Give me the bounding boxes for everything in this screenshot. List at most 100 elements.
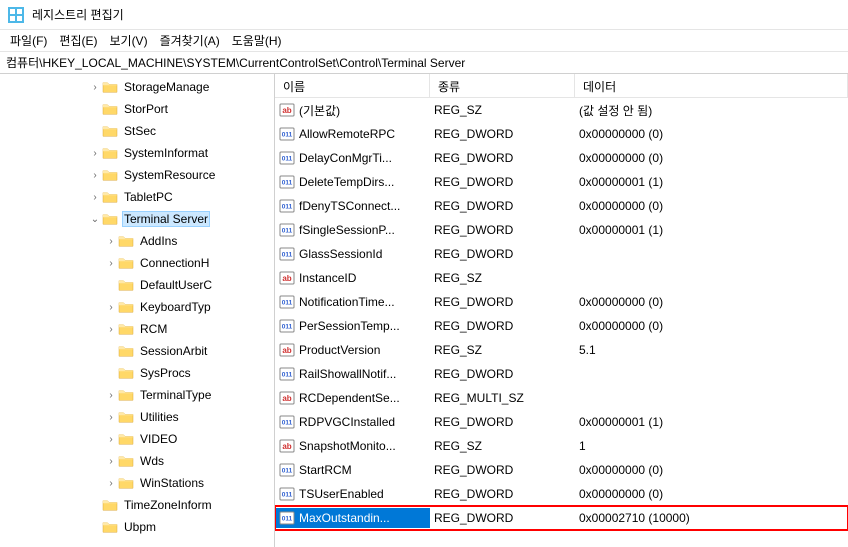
list-row[interactable]: fSingleSessionP...REG_DWORD0x00000001 (1…: [275, 218, 848, 242]
list-row[interactable]: GlassSessionIdREG_DWORD: [275, 242, 848, 266]
tree-item[interactable]: ›KeyboardTyp: [0, 296, 274, 318]
cell-name: TSUserEnabled: [275, 484, 430, 504]
cell-type: REG_DWORD: [430, 413, 575, 431]
menu-view[interactable]: 보기(V): [103, 30, 153, 51]
tree-item-label: SysProcs: [138, 365, 193, 381]
titlebar: 레지스트리 편집기: [0, 0, 848, 30]
dword-value-icon: [279, 150, 295, 166]
tree-item[interactable]: ›TerminalType: [0, 384, 274, 406]
menu-help[interactable]: 도움말(H): [226, 30, 288, 51]
chevron-right-icon[interactable]: ›: [88, 80, 102, 94]
chevron-right-icon[interactable]: ›: [104, 256, 118, 270]
tree-item[interactable]: SessionArbit: [0, 340, 274, 362]
tree-item[interactable]: ›AddIns: [0, 230, 274, 252]
chevron-down-icon[interactable]: ⌄: [88, 212, 102, 226]
value-name: fDenyTSConnect...: [299, 199, 400, 213]
tree-item[interactable]: › ConnectionH: [0, 252, 274, 274]
list-row[interactable]: MaxOutstandin...REG_DWORD0x00002710 (100…: [275, 506, 848, 530]
cell-data: [575, 276, 848, 280]
cell-data: 0x00000000 (0): [575, 317, 848, 335]
tree-item[interactable]: DefaultUserC: [0, 274, 274, 296]
list-row[interactable]: InstanceIDREG_SZ: [275, 266, 848, 290]
dword-value-icon: [279, 126, 295, 142]
cell-type: REG_DWORD: [430, 245, 575, 263]
value-name: DelayConMgrTi...: [299, 151, 392, 165]
tree-item[interactable]: › SystemResource: [0, 164, 274, 186]
tree-panel[interactable]: ›StorageManageStorPort StSec ›SystemInform…: [0, 74, 275, 547]
chevron-right-icon[interactable]: ›: [88, 146, 102, 160]
list-row[interactable]: SnapshotMonito...REG_SZ1: [275, 434, 848, 458]
list-panel[interactable]: 이름 종류 데이터 (기본값)REG_SZ(값 설정 안 됨)AllowRemo…: [275, 74, 848, 547]
list-row[interactable]: TSUserEnabledREG_DWORD0x00000000 (0): [275, 482, 848, 506]
dword-value-icon: [279, 510, 295, 526]
tree-item[interactable]: Ubpm: [0, 516, 274, 538]
tree-item[interactable]: StorPort: [0, 98, 274, 120]
list-row[interactable]: StartRCMREG_DWORD0x00000000 (0): [275, 458, 848, 482]
tree-item-label: StSec: [122, 123, 158, 139]
menu-edit[interactable]: 편집(E): [53, 30, 103, 51]
column-header-type[interactable]: 종류: [430, 74, 575, 97]
tree-item[interactable]: ›RCM: [0, 318, 274, 340]
folder-icon: [118, 300, 134, 314]
list-row[interactable]: AllowRemoteRPCREG_DWORD0x00000000 (0): [275, 122, 848, 146]
tree-item[interactable]: ›WinStations: [0, 472, 274, 494]
tree-item[interactable]: ›StorageManage: [0, 76, 274, 98]
list-row[interactable]: RCDependentSe...REG_MULTI_SZ: [275, 386, 848, 410]
tree-item[interactable]: ⌄Terminal Server: [0, 208, 274, 230]
list-row[interactable]: (기본값)REG_SZ(값 설정 안 됨): [275, 98, 848, 122]
list-row[interactable]: PerSessionTemp...REG_DWORD0x00000000 (0): [275, 314, 848, 338]
value-name: ProductVersion: [299, 343, 380, 357]
cell-type: REG_DWORD: [430, 293, 575, 311]
chevron-right-icon[interactable]: ›: [104, 410, 118, 424]
cell-name: RDPVGCInstalled: [275, 412, 430, 432]
column-header-name[interactable]: 이름: [275, 74, 430, 97]
column-header-data[interactable]: 데이터: [575, 74, 848, 97]
tree-item[interactable]: TimeZoneInform: [0, 494, 274, 516]
tree-item[interactable]: ›Wds: [0, 450, 274, 472]
chevron-right-icon[interactable]: ›: [104, 234, 118, 248]
dword-value-icon: [279, 222, 295, 238]
cell-type: REG_DWORD: [430, 149, 575, 167]
folder-icon: [118, 410, 134, 424]
tree-item[interactable]: StSec: [0, 120, 274, 142]
list-row[interactable]: RDPVGCInstalledREG_DWORD0x00000001 (1): [275, 410, 848, 434]
cell-name: InstanceID: [275, 268, 430, 288]
tree-item[interactable]: ›VIDEO: [0, 428, 274, 450]
value-name: (기본값): [299, 102, 340, 119]
list-row[interactable]: DeleteTempDirs...REG_DWORD0x00000001 (1): [275, 170, 848, 194]
list-row[interactable]: RailShowallNotif...REG_DWORD: [275, 362, 848, 386]
address-bar[interactable]: 컴퓨터\HKEY_LOCAL_MACHINE\SYSTEM\CurrentCon…: [0, 52, 848, 74]
window-title: 레지스트리 편집기: [32, 6, 124, 23]
cell-name: MaxOutstandin...: [275, 508, 430, 528]
tree-item-label: DefaultUserC: [138, 277, 214, 293]
chevron-right-icon[interactable]: ›: [104, 454, 118, 468]
chevron-right-icon[interactable]: ›: [104, 432, 118, 446]
tree-item-label: ConnectionH: [138, 255, 211, 271]
menu-file[interactable]: 파일(F): [4, 30, 53, 51]
cell-data: [575, 396, 848, 400]
tree-item[interactable]: ›TabletPC: [0, 186, 274, 208]
cell-data: 1: [575, 437, 848, 455]
list-row[interactable]: DelayConMgrTi... REG_DWORD0x00000000 (0): [275, 146, 848, 170]
chevron-right-icon[interactable]: ›: [88, 168, 102, 182]
cell-data: 0x00000000 (0): [575, 293, 848, 311]
chevron-right-icon[interactable]: ›: [104, 300, 118, 314]
chevron-right-icon[interactable]: ›: [104, 388, 118, 402]
tree-item[interactable]: SysProcs: [0, 362, 274, 384]
folder-icon: [102, 520, 118, 534]
cell-data: 0x00000000 (0): [575, 149, 848, 167]
menu-favorites[interactable]: 즐겨찾기(A): [154, 30, 226, 51]
list-row[interactable]: NotificationTime... REG_DWORD0x00000000 (…: [275, 290, 848, 314]
list-row[interactable]: ProductVersionREG_SZ5.1: [275, 338, 848, 362]
tree-item-label: Ubpm: [122, 519, 158, 535]
value-name: NotificationTime...: [299, 295, 395, 309]
dword-value-icon: [279, 198, 295, 214]
cell-type: REG_DWORD: [430, 317, 575, 335]
tree-item[interactable]: ›Utilities: [0, 406, 274, 428]
chevron-right-icon[interactable]: ›: [104, 322, 118, 336]
list-row[interactable]: fDenyTSConnect...REG_DWORD0x00000000 (0): [275, 194, 848, 218]
tree-item-label: SystemResource: [122, 167, 217, 183]
chevron-right-icon[interactable]: ›: [104, 476, 118, 490]
chevron-right-icon[interactable]: ›: [88, 190, 102, 204]
tree-item[interactable]: ›SystemInformat: [0, 142, 274, 164]
